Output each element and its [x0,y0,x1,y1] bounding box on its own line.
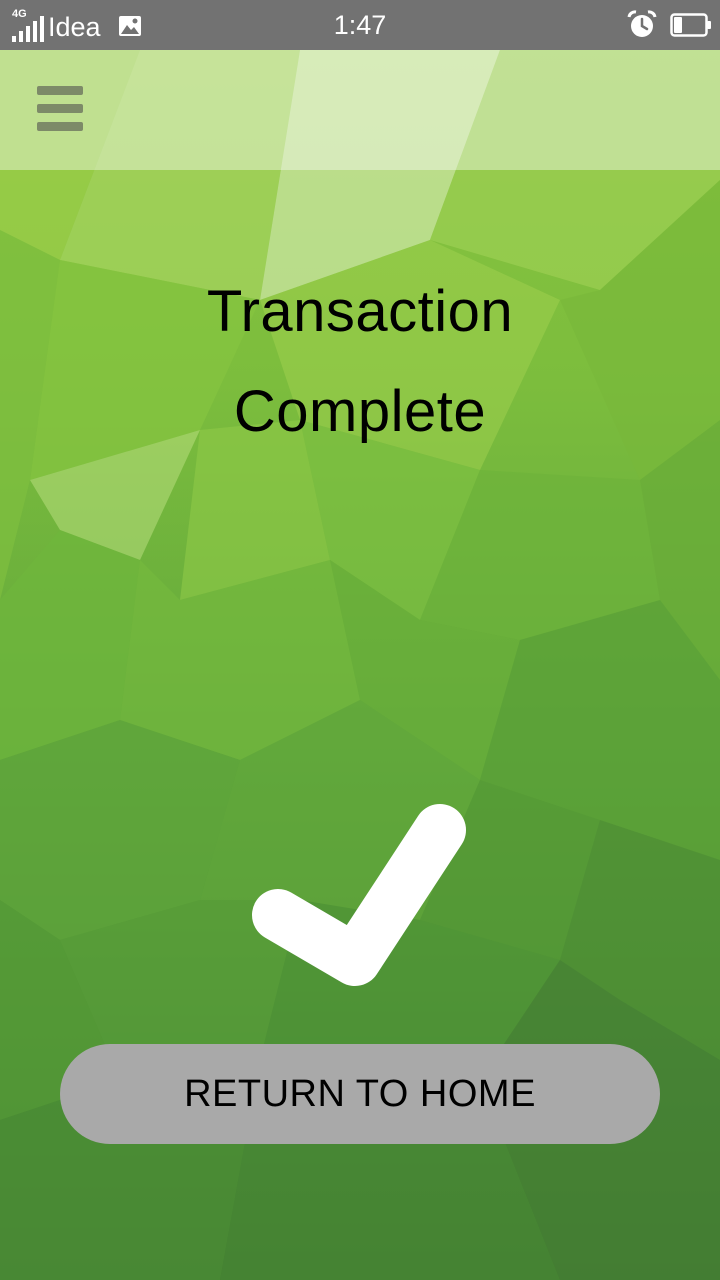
checkmark-icon [252,804,466,986]
return-to-home-button[interactable]: RETURN TO HOME [60,1044,660,1144]
hamburger-menu-icon[interactable] [37,86,83,132]
app-bar [0,50,720,170]
return-to-home-label: RETURN TO HOME [184,1072,536,1115]
battery-icon [670,13,711,37]
battery-level-fill [674,17,682,33]
clock: 1:47 [333,10,387,40]
transaction-complete-screen: 4G Idea 1:47 Transaction Complete RETURN… [0,0,720,1280]
alarm-clock-icon [627,10,657,37]
title-line-2: Complete [233,379,487,444]
menu-button[interactable] [30,80,90,140]
title-line-1: Transaction [206,279,514,344]
page-title: Transaction Complete [60,262,660,462]
status-bar: 4G Idea 1:47 [0,0,720,50]
